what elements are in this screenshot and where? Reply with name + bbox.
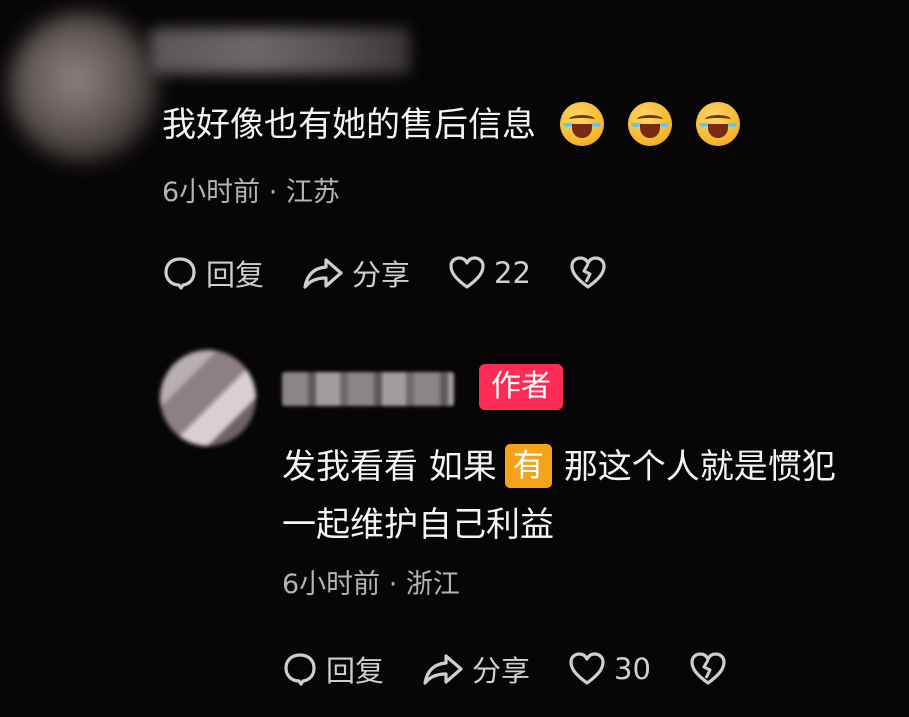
reply-author-username-blurred[interactable] [282,372,454,406]
reply-label: 回复 [326,654,385,688]
dislike-button[interactable] [569,255,615,291]
like-button[interactable]: 30 [568,651,651,687]
share-arrow-icon [423,654,463,685]
reply-actions: 回复 分享 30 [282,648,773,690]
comment-actions: 回复 分享 22 [162,252,653,294]
author-badge: 作者 [479,364,563,410]
crying-laughing-emoji-icon [560,101,604,146]
reply-body: 发我看看 如果有那这个人就是惯犯 一起维护自己利益 [282,438,892,554]
broken-heart-icon [690,652,726,685]
comment-bubble-icon [164,257,196,290]
comment-bubble-icon [284,653,316,686]
reply-label: 回复 [206,258,265,292]
share-button[interactable]: 分享 [422,648,530,690]
heart-icon [449,256,485,289]
share-arrow-icon [303,258,343,289]
like-count: 22 [494,256,531,290]
like-button[interactable]: 22 [448,255,531,291]
like-count: 30 [614,652,651,686]
reply-line-2: 一起维护自己利益 [282,505,554,545]
share-button[interactable]: 分享 [302,252,410,294]
highlight-word-badge: 有 [504,444,552,488]
commenter-avatar[interactable] [8,12,158,162]
heart-icon [569,652,605,685]
reply-text-part1: 发我看看 如果 [282,447,497,487]
share-label: 分享 [352,258,411,292]
reply-button[interactable]: 回复 [162,252,264,294]
broken-heart-icon [570,256,606,289]
reply-line-1: 发我看看 如果有那这个人就是惯犯 [282,438,892,496]
dislike-button[interactable] [689,651,735,687]
crying-laughing-emoji-icon [628,101,672,146]
crying-laughing-emoji-icon [696,101,740,146]
reply-author-avatar[interactable] [160,350,256,446]
comment-meta: 6小时前 · 江苏 [162,177,340,208]
comment-text: 我好像也有她的售后信息 [162,105,536,145]
commenter-username-blurred[interactable] [150,28,410,74]
reply-text-part2: 那这个人就是惯犯 [563,447,836,487]
reply-meta: 6小时前 · 浙江 [282,569,460,600]
reply-button[interactable]: 回复 [282,648,384,690]
comment-body: 我好像也有她的售后信息 [162,100,740,150]
share-label: 分享 [472,654,531,688]
